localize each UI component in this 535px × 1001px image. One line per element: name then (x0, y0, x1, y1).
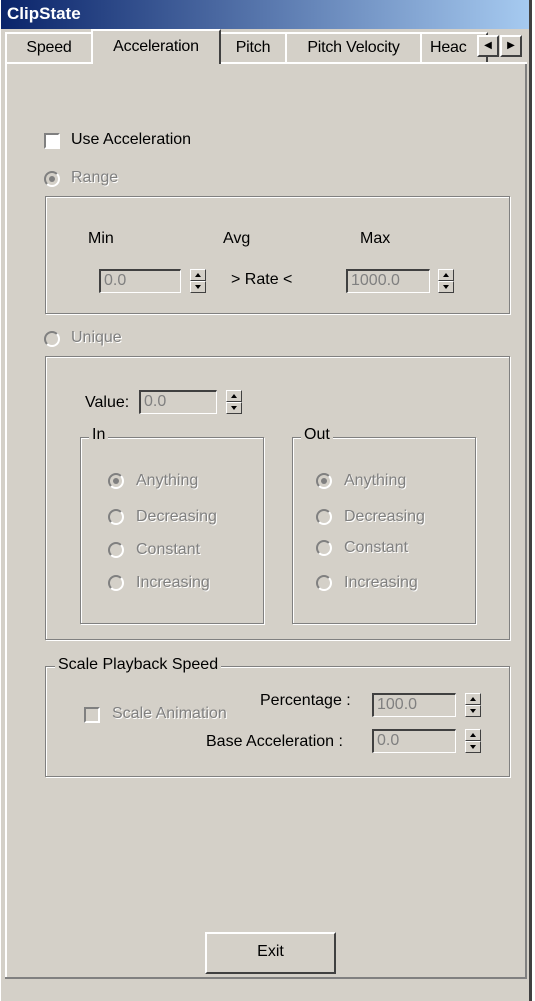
tab-panel-right-edge (525, 64, 527, 979)
in-decreasing-radio[interactable] (108, 509, 124, 525)
base-acceleration-spinner[interactable] (465, 729, 481, 753)
out-decreasing-label: Decreasing (344, 508, 425, 525)
radio-selected-dot (113, 478, 119, 484)
spinner-down-icon[interactable] (438, 281, 454, 293)
tab-acceleration[interactable]: Acceleration (91, 29, 221, 64)
percentage-spinner[interactable] (465, 693, 481, 717)
in-decreasing-label: Decreasing (136, 508, 217, 525)
scale-animation-checkbox[interactable] (84, 707, 100, 723)
range-min-spinner[interactable] (190, 269, 206, 293)
unique-value-spinner[interactable] (226, 390, 242, 414)
radio-selected-dot (49, 176, 55, 182)
arrow-left-icon: ◀ (484, 40, 492, 51)
in-increasing-radio[interactable] (108, 575, 124, 591)
tab-panel-bottom-edge (5, 977, 527, 979)
percentage-field[interactable]: 100.0 (372, 693, 456, 717)
in-anything-label: Anything (136, 472, 199, 489)
in-group (80, 437, 264, 624)
unique-radio[interactable] (44, 331, 60, 347)
tab-pitch[interactable]: Pitch (219, 32, 287, 62)
tab-scroll-left-button[interactable]: ◀ (477, 35, 499, 57)
tab-pitch-velocity[interactable]: Pitch Velocity (285, 32, 422, 62)
out-increasing-radio[interactable] (316, 575, 332, 591)
clipstate-window: ClipState Speed Acceleration Pitch Pitch… (0, 0, 532, 1001)
tab-panel-top-edge (5, 62, 527, 64)
radio-selected-dot (321, 478, 327, 484)
in-constant-label: Constant (136, 541, 201, 558)
in-increasing-label: Increasing (136, 574, 210, 591)
scale-playback-title: Scale Playback Speed (55, 656, 222, 674)
range-group (45, 196, 510, 314)
use-acceleration-label: Use Acceleration (71, 131, 192, 148)
in-group-title: In (89, 426, 109, 444)
range-avg-label: Avg (223, 230, 251, 247)
exit-button[interactable]: Exit (205, 932, 336, 974)
use-acceleration-checkbox[interactable] (44, 133, 60, 149)
spinner-down-icon[interactable] (226, 402, 242, 414)
range-max-spinner[interactable] (438, 269, 454, 293)
spinner-up-icon[interactable] (465, 729, 481, 741)
tab-panel-left-edge (5, 64, 7, 979)
unique-value-label: Value: (85, 394, 130, 411)
out-anything-label: Anything (344, 472, 407, 489)
range-radio[interactable] (44, 171, 60, 187)
rate-label: > Rate < (231, 271, 293, 288)
base-acceleration-label: Base Acceleration : (206, 733, 343, 750)
range-max-label: Max (360, 230, 391, 247)
base-acceleration-field[interactable]: 0.0 (372, 729, 456, 753)
in-anything-radio[interactable] (108, 473, 124, 489)
spinner-up-icon[interactable] (438, 269, 454, 281)
scale-animation-label: Scale Animation (112, 705, 227, 722)
out-constant-radio[interactable] (316, 540, 332, 556)
spinner-down-icon[interactable] (465, 741, 481, 753)
tab-speed[interactable]: Speed (5, 32, 93, 62)
spinner-up-icon[interactable] (465, 693, 481, 705)
out-anything-radio[interactable] (316, 473, 332, 489)
range-min-label: Min (88, 230, 114, 247)
tab-scroll-right-button[interactable]: ▶ (500, 35, 522, 57)
spinner-down-icon[interactable] (190, 281, 206, 293)
arrow-right-icon: ▶ (507, 40, 515, 51)
unique-label: Unique (71, 329, 122, 346)
out-group (292, 437, 476, 624)
percentage-label: Percentage : (260, 692, 351, 709)
out-increasing-label: Increasing (344, 574, 418, 591)
title-bar: ClipState (1, 0, 529, 29)
out-decreasing-radio[interactable] (316, 509, 332, 525)
spinner-up-icon[interactable] (226, 390, 242, 402)
in-constant-radio[interactable] (108, 542, 124, 558)
range-max-field[interactable]: 1000.0 (346, 269, 430, 293)
spinner-up-icon[interactable] (190, 269, 206, 281)
out-constant-label: Constant (344, 539, 409, 556)
unique-value-field[interactable]: 0.0 (139, 390, 217, 414)
window-title: ClipState (7, 4, 81, 23)
range-label: Range (71, 169, 119, 186)
spinner-down-icon[interactable] (465, 705, 481, 717)
range-min-field[interactable]: 0.0 (99, 269, 181, 293)
out-group-title: Out (301, 426, 333, 444)
